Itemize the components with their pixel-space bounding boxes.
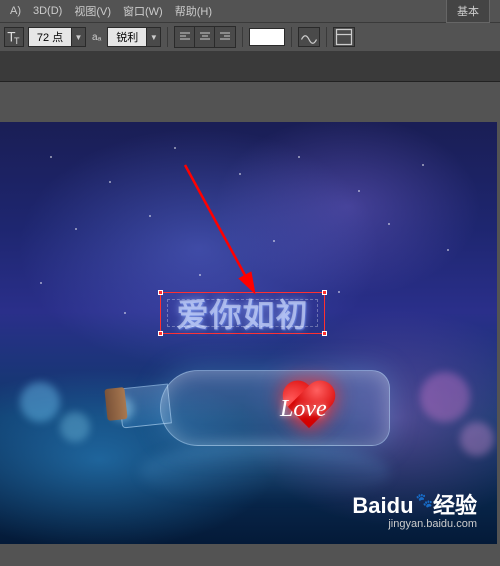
paw-icon: 🐾 [416,492,433,509]
antialias-dropdown[interactable]: ▼ [146,28,160,46]
menubar: A) 3D(D) 视图(V) 窗口(W) 帮助(H) [0,0,500,22]
menu-3d[interactable]: 3D(D) [27,3,68,19]
canvas[interactable]: Love 爱你如初 Baidu🐾经验 jingyan.baidu.com [0,122,497,544]
menu-help[interactable]: 帮助(H) [169,1,218,21]
text-bounding-box[interactable]: 爱你如初 [160,292,325,334]
watermark-brand-prefix: Bai [352,493,386,518]
align-right-button[interactable] [215,27,235,47]
document-tab-bar [0,52,500,82]
resize-handle-tl[interactable] [158,290,163,295]
antialias-label: aₐ [92,32,101,43]
canvas-area: Love 爱你如初 Baidu🐾经验 jingyan.baidu.com [0,82,500,566]
text-tool-indicator: TT [4,27,24,47]
text-align-group [174,26,236,48]
watermark-brand-suffix: 经验 [433,493,477,518]
warp-text-button[interactable] [298,27,320,47]
resize-handle-tr[interactable] [322,290,327,295]
watermark: Baidu🐾经验 jingyan.baidu.com [352,488,477,530]
align-center-button[interactable] [195,27,215,47]
align-left-button[interactable] [175,27,195,47]
resize-handle-br[interactable] [322,331,327,336]
options-bar: TT ▼ aₐ 锐利 ▼ [0,22,500,52]
antialias-select[interactable]: 锐利 ▼ [107,27,161,47]
workspace-switcher[interactable]: 基本 [446,0,490,23]
watermark-brand-du: du [387,493,414,518]
antialias-value: 锐利 [108,29,146,45]
menu-window[interactable]: 窗口(W) [117,1,169,21]
heart-text: Love [280,396,327,423]
text-color-swatch[interactable] [249,28,285,46]
bottle-graphic: Love [120,352,400,462]
font-size-field[interactable] [29,28,71,46]
svg-text:T: T [14,36,20,46]
character-panel-button[interactable] [333,27,355,47]
resize-handle-bl[interactable] [158,331,163,336]
menu-view[interactable]: 视图(V) [68,1,117,21]
menu-item[interactable]: A) [4,3,27,19]
font-size-input[interactable]: ▼ [28,27,86,47]
font-size-dropdown[interactable]: ▼ [71,28,85,46]
